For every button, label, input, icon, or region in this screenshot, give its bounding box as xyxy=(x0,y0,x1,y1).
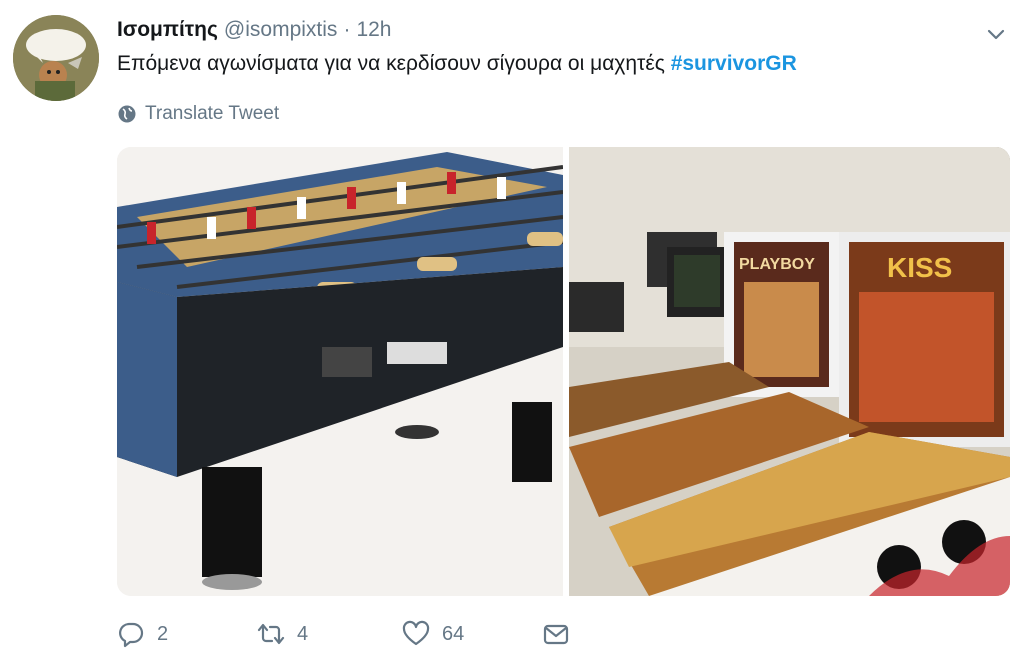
reply-icon xyxy=(119,622,144,648)
tweet-header: Ισομπίτης @isompixtis · 12h xyxy=(117,18,391,42)
playboy-backglass-text: PLAYBOY xyxy=(739,256,815,273)
hashtag-link[interactable]: #survivorGR xyxy=(671,52,797,75)
heart-icon xyxy=(402,620,430,646)
translate-label: Translate Tweet xyxy=(145,103,280,124)
media-grid: PLAYBOY KISS xyxy=(117,147,1010,596)
retweet-count: 4 xyxy=(297,622,309,645)
envelope-icon xyxy=(543,624,569,645)
reply-button[interactable]: 2 xyxy=(117,620,257,648)
avatar[interactable] xyxy=(13,15,99,101)
like-count: 64 xyxy=(442,622,465,645)
tweet-text: Επόμενα αγωνίσματα για να κερδίσουν σίγο… xyxy=(117,52,797,76)
kiss-backglass-text: KISS xyxy=(887,252,952,283)
tweet-body: Επόμενα αγωνίσματα για να κερδίσουν σίγο… xyxy=(117,52,665,75)
tweet-actions: 2 4 64 xyxy=(117,620,570,648)
direct-message-button[interactable] xyxy=(542,620,570,648)
retweet-button[interactable]: 4 xyxy=(257,620,402,648)
globe-icon xyxy=(118,105,136,123)
like-button[interactable]: 64 xyxy=(402,620,542,648)
retweet-icon xyxy=(257,623,285,645)
separator-dot: · xyxy=(343,18,351,41)
pinball-machines-image[interactable]: PLAYBOY KISS xyxy=(569,147,1010,596)
timestamp[interactable]: 12h xyxy=(356,18,391,42)
avatar-image xyxy=(13,15,99,101)
reply-count: 2 xyxy=(157,622,169,645)
user-handle[interactable]: @isompixtis xyxy=(224,18,338,42)
display-name[interactable]: Ισομπίτης xyxy=(117,18,218,42)
chevron-down-icon[interactable] xyxy=(984,22,1008,46)
translate-tweet-button[interactable]: Translate Tweet xyxy=(117,103,279,125)
foosball-table-image[interactable] xyxy=(117,147,563,596)
